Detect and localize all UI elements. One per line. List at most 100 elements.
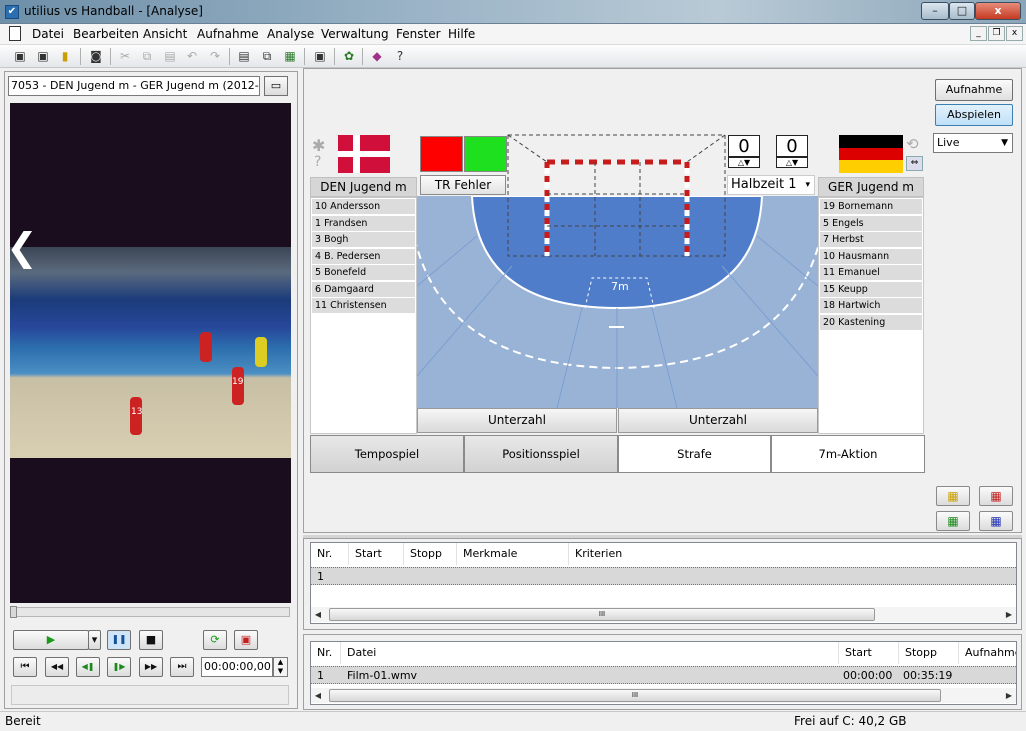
save-disabled-icon[interactable]: ▣ — [12, 48, 28, 64]
film-icon[interactable]: ▦ — [282, 48, 298, 64]
column-header[interactable]: Start — [349, 543, 404, 565]
scroll-thumb[interactable]: III — [329, 689, 941, 702]
column-header[interactable]: Kriterien — [569, 543, 689, 565]
column-header[interactable]: Stopp — [899, 642, 959, 664]
home-player-item[interactable]: 10 Andersson — [312, 199, 415, 214]
list-view-icon[interactable]: ▤ — [236, 48, 252, 64]
green-card-box[interactable] — [464, 136, 507, 172]
mdi-close-button[interactable]: x — [1006, 26, 1023, 41]
book-icon[interactable]: ◆ — [369, 48, 385, 64]
timecode-spinner[interactable]: ▲ ▼ — [273, 657, 288, 677]
column-header[interactable]: Datei — [341, 642, 839, 664]
home-score-arrows[interactable]: △▼ — [728, 157, 760, 168]
timecode-field[interactable]: 00:00:00,00 — [201, 657, 273, 677]
mode-select[interactable]: Live ▼ — [933, 133, 1013, 153]
menu-analyse[interactable]: Analyse — [267, 27, 314, 41]
first-frame-button[interactable]: ⏮ — [13, 657, 37, 677]
away-score-arrows[interactable]: △▼ — [776, 157, 808, 168]
seek-bar[interactable] — [10, 607, 290, 617]
help-pointer-icon[interactable]: ? — [392, 48, 408, 64]
settings-gear-icon[interactable]: ✱ — [312, 136, 325, 155]
period-select[interactable]: Halbzeit 1 ▾ — [727, 175, 815, 195]
frame-forward-button[interactable]: ❚▶ — [107, 657, 131, 677]
away-score[interactable]: 0 — [776, 135, 808, 157]
last-frame-button[interactable]: ⏭ — [170, 657, 194, 677]
unterzahl-home-button[interactable]: Unterzahl — [417, 408, 617, 433]
away-player-item[interactable]: 19 Bornemann — [820, 199, 922, 214]
statistics-icon[interactable]: ▮ — [57, 48, 73, 64]
menu-aufnahme[interactable]: Aufnahme — [197, 27, 259, 41]
camera-icon[interactable]: ◙ — [88, 48, 104, 64]
aufnahme-button[interactable]: Aufnahme — [935, 79, 1013, 101]
paste-icon[interactable]: ▤ — [162, 48, 178, 64]
menu-datei[interactable]: Datei — [32, 27, 64, 41]
home-player-item[interactable]: 11 Christensen — [312, 298, 415, 313]
close-button[interactable]: x — [975, 2, 1021, 20]
menu-fenster[interactable]: Fenster — [396, 27, 441, 41]
import-icon[interactable]: ▦ — [936, 511, 970, 531]
video-title-field[interactable]: 7053 - DEN Jugend m - GER Jugend m (2012… — [8, 76, 260, 96]
menu-verwaltung[interactable]: Verwaltung — [321, 27, 389, 41]
play-mode-dropdown[interactable]: ▾ — [88, 630, 101, 650]
export-icon[interactable]: ▣ — [234, 630, 258, 650]
add-scene-icon[interactable]: ▦ — [936, 486, 970, 506]
mdi-restore-button[interactable]: ❐ — [988, 26, 1005, 41]
column-header[interactable]: Start — [839, 642, 899, 664]
rewind-button[interactable]: ◀◀ — [45, 657, 69, 677]
video-select-button[interactable]: ▭ — [264, 76, 288, 96]
red-card-box[interactable] — [420, 136, 463, 172]
help-icon[interactable]: ? — [314, 154, 321, 170]
table-row[interactable]: 1 — [311, 567, 1016, 585]
loop-icon[interactable]: ⟳ — [203, 630, 227, 650]
monitor-icon[interactable]: ▣ — [312, 48, 328, 64]
home-player-item[interactable]: 6 Damgaard — [312, 281, 415, 297]
maximize-button[interactable]: □ — [949, 2, 975, 20]
home-player-item[interactable]: 3 Bogh — [312, 232, 415, 247]
home-player-item[interactable]: 5 Bonefeld — [312, 265, 415, 280]
goal-drawing[interactable] — [505, 134, 730, 260]
abspielen-button[interactable]: Abspielen — [935, 104, 1013, 126]
seek-thumb[interactable] — [10, 606, 17, 618]
unterzahl-away-button[interactable]: Unterzahl — [618, 408, 818, 433]
column-header[interactable]: Merkmale — [457, 543, 569, 565]
seven-m-action-button[interactable]: 7m-Aktion — [771, 435, 925, 473]
scroll-left-icon[interactable]: ◀ — [311, 688, 325, 703]
redo-icon[interactable]: ↷ — [207, 48, 223, 64]
play-button[interactable]: ▶ — [13, 630, 89, 650]
delete-scene-icon[interactable]: ▦ — [979, 486, 1013, 506]
video-player[interactable]: 19 13 — [10, 103, 291, 603]
menu-bearbeiten[interactable]: Bearbeiten — [73, 27, 139, 41]
away-player-item[interactable]: 15 Keupp — [820, 281, 922, 297]
minimize-button[interactable]: – — [921, 2, 949, 20]
scroll-left-icon[interactable]: ◀ — [311, 607, 325, 622]
mdi-minimize-button[interactable]: _ — [970, 26, 987, 41]
frame-back-button[interactable]: ◀❚ — [76, 657, 100, 677]
swap-icon[interactable]: ⟲ — [906, 135, 919, 153]
scroll-right-icon[interactable]: ▶ — [1002, 607, 1016, 622]
away-player-item[interactable]: 18 Hartwich — [820, 298, 922, 313]
pause-button[interactable]: ❚❚ — [107, 630, 131, 650]
table-row[interactable]: 1 Film-01.wmv 00:00:00 00:35:19 — [311, 666, 1016, 684]
export-list-icon[interactable]: ▦ — [979, 511, 1013, 531]
away-player-item[interactable]: 20 Kastening — [820, 314, 922, 330]
settings-icon[interactable]: ✿ — [341, 48, 357, 64]
home-player-item[interactable]: 4 B. Pedersen — [312, 248, 415, 264]
home-player-item[interactable]: 1 Frandsen — [312, 215, 415, 231]
save-icon[interactable]: ▣ — [35, 48, 51, 64]
previous-arrow-icon[interactable]: ❮ — [6, 228, 38, 266]
menu-ansicht[interactable]: Ansicht — [143, 27, 187, 41]
stop-button[interactable]: ■ — [139, 630, 163, 650]
horizontal-scrollbar[interactable]: ◀ III ▶ — [311, 688, 1016, 703]
scroll-thumb[interactable]: III — [329, 608, 875, 621]
positionsspiel-button[interactable]: Positionsspiel — [464, 435, 618, 473]
away-player-item[interactable]: 11 Emanuel — [820, 265, 922, 280]
undo-icon[interactable]: ↶ — [184, 48, 200, 64]
windows-icon[interactable]: ⧉ — [259, 48, 275, 64]
cut-icon[interactable]: ✂ — [117, 48, 133, 64]
column-header[interactable]: Nr. — [311, 543, 349, 565]
strafe-button[interactable]: Strafe — [618, 435, 771, 473]
horizontal-scrollbar[interactable]: ◀ III ▶ — [311, 607, 1016, 622]
away-player-item[interactable]: 10 Hausmann — [820, 248, 922, 264]
fast-forward-button[interactable]: ▶▶ — [139, 657, 163, 677]
away-player-item[interactable]: 5 Engels — [820, 215, 922, 231]
